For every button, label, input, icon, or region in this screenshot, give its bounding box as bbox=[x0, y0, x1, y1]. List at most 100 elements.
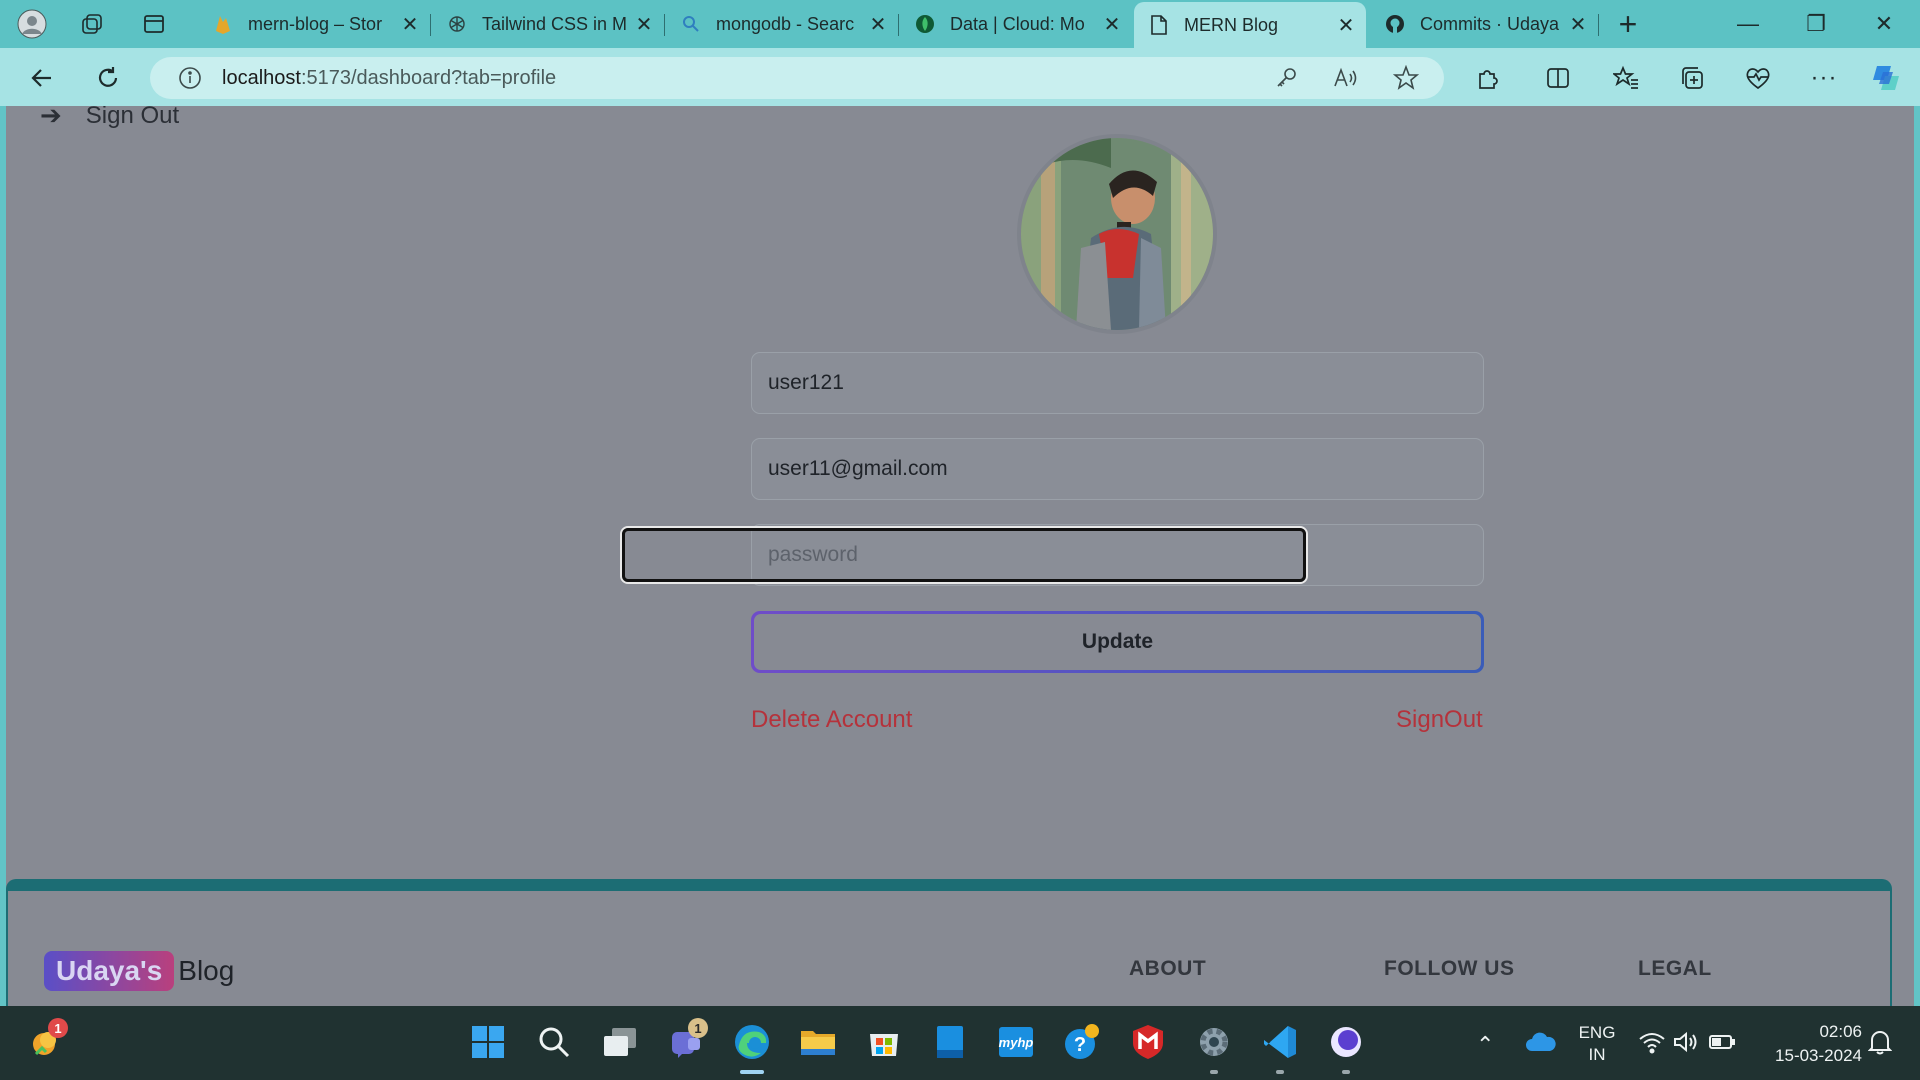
key-icon[interactable] bbox=[1272, 64, 1300, 92]
site-footer: Udaya's Blog ABOUT FOLLOW US LEGAL bbox=[6, 879, 1892, 1006]
extensions-icon[interactable] bbox=[1468, 58, 1508, 98]
restore-button[interactable]: ❐ bbox=[1782, 4, 1850, 44]
refresh-button[interactable] bbox=[88, 58, 128, 98]
profile-avatar[interactable] bbox=[1021, 138, 1213, 330]
more-options-icon[interactable]: ··· bbox=[1804, 58, 1844, 98]
favorites-icon[interactable] bbox=[1606, 58, 1646, 98]
chevron-up-icon[interactable]: ⌃ bbox=[1476, 1032, 1494, 1058]
tab-divider bbox=[664, 14, 665, 36]
close-icon[interactable]: ✕ bbox=[864, 10, 892, 38]
tab-mongodb-cloud[interactable]: Data | Cloud: Mo ✕ bbox=[900, 4, 1132, 44]
edge-browser-icon[interactable] bbox=[730, 1020, 774, 1064]
settings-gear-icon[interactable] bbox=[1192, 1020, 1236, 1064]
tab-title: mongodb - Searc bbox=[716, 13, 855, 34]
battery-icon[interactable] bbox=[1700, 1020, 1744, 1064]
tab-title: Data | Cloud: Mo bbox=[950, 13, 1085, 34]
clock-date: 15-03-2024 bbox=[1775, 1046, 1862, 1065]
minimize-button[interactable]: — bbox=[1714, 4, 1782, 44]
window-close-button[interactable]: ✕ bbox=[1850, 4, 1918, 44]
teams-icon[interactable]: 1 bbox=[664, 1018, 708, 1064]
brand-text: Blog bbox=[178, 955, 235, 986]
vertical-tabs-icon[interactable] bbox=[136, 6, 172, 42]
myhp-icon[interactable]: myhp bbox=[994, 1020, 1038, 1064]
read-aloud-icon[interactable] bbox=[1332, 64, 1360, 92]
widgets-badge: 1 bbox=[48, 1018, 68, 1038]
teams-badge: 1 bbox=[688, 1018, 708, 1038]
footer-brand-logo[interactable]: Udaya's Blog bbox=[44, 951, 234, 991]
close-icon[interactable]: ✕ bbox=[396, 10, 424, 38]
delete-account-link[interactable]: Delete Account bbox=[751, 706, 912, 734]
tab-title: Tailwind CSS in M bbox=[482, 13, 628, 34]
language-code: ENG bbox=[1578, 1023, 1616, 1042]
tab-mern-blog-active[interactable]: MERN Blog ✕ bbox=[1134, 2, 1366, 48]
widgets-icon[interactable]: 1 bbox=[24, 1018, 68, 1064]
profile-avatar-icon[interactable] bbox=[14, 6, 50, 42]
url-text[interactable]: localhost:5173/dashboard?tab=profile bbox=[222, 57, 556, 99]
new-tab-button[interactable]: + bbox=[1610, 6, 1646, 42]
address-bar[interactable]: localhost:5173/dashboard?tab=profile bbox=[150, 57, 1444, 99]
tab-title: mern-blog – Stor bbox=[248, 13, 383, 34]
chatgpt-icon bbox=[446, 13, 468, 35]
running-app-indicator bbox=[1342, 1070, 1350, 1074]
tab-mern-blog-storage[interactable]: mern-blog – Stor ✕ bbox=[198, 4, 431, 44]
app-orb-icon[interactable] bbox=[1324, 1020, 1368, 1064]
windows-taskbar: 1 1 myhp ? ⌃ ENG IN 02:06 15-03-2024 bbox=[0, 1006, 1920, 1080]
collections-icon[interactable] bbox=[1672, 58, 1712, 98]
workspaces-icon[interactable] bbox=[74, 6, 110, 42]
footer-heading-follow-us: FOLLOW US bbox=[1384, 957, 1515, 980]
tab-divider bbox=[430, 14, 431, 36]
close-icon[interactable]: ✕ bbox=[630, 10, 658, 38]
tab-github-commits[interactable]: Commits · Udaya ✕ bbox=[1370, 4, 1599, 44]
close-icon[interactable]: ✕ bbox=[1098, 10, 1126, 38]
firebase-icon bbox=[212, 13, 234, 35]
site-info-icon[interactable] bbox=[176, 64, 204, 92]
split-screen-icon[interactable] bbox=[1538, 58, 1578, 98]
browser-tab-strip: mern-blog – Stor ✕ Tailwind CSS in M ✕ m… bbox=[0, 0, 1920, 48]
search-icon bbox=[680, 13, 702, 35]
onedrive-cloud-icon[interactable] bbox=[1518, 1020, 1562, 1064]
browser-essentials-icon[interactable] bbox=[1738, 58, 1778, 98]
mcafee-icon[interactable] bbox=[1126, 1020, 1170, 1064]
vscode-icon[interactable] bbox=[1258, 1020, 1302, 1064]
update-button[interactable]: Update bbox=[751, 611, 1484, 673]
favorite-star-icon[interactable] bbox=[1392, 64, 1420, 92]
brand-chip: Udaya's bbox=[44, 951, 175, 991]
update-button-label: Update bbox=[754, 614, 1481, 670]
signout-link[interactable]: SignOut bbox=[1396, 706, 1483, 734]
arrow-right-icon: ➔ bbox=[40, 106, 62, 130]
back-button[interactable] bbox=[22, 58, 62, 98]
svg-text:myhp: myhp bbox=[999, 1035, 1034, 1050]
email-input[interactable]: user11@gmail.com bbox=[751, 438, 1484, 500]
url-host: localhost bbox=[222, 67, 301, 89]
running-app-indicator bbox=[1276, 1070, 1284, 1074]
username-input[interactable]: user121 bbox=[751, 352, 1484, 414]
microsoft-store-icon[interactable] bbox=[862, 1020, 906, 1064]
search-icon[interactable] bbox=[532, 1020, 576, 1064]
tab-title: MERN Blog bbox=[1184, 14, 1279, 35]
tab-tailwind-css[interactable]: Tailwind CSS in M ✕ bbox=[432, 4, 665, 44]
copilot-icon[interactable] bbox=[1866, 58, 1906, 98]
region-code: IN bbox=[1588, 1045, 1606, 1064]
github-icon bbox=[1384, 13, 1406, 35]
url-path: :5173/dashboard?tab=profile bbox=[300, 67, 557, 89]
language-indicator[interactable]: ENG IN bbox=[1574, 1022, 1620, 1066]
tab-mongodb-search[interactable]: mongodb - Searc ✕ bbox=[666, 4, 899, 44]
tab-divider bbox=[898, 14, 899, 36]
help-icon[interactable]: ? bbox=[1060, 1020, 1104, 1064]
close-icon[interactable]: ✕ bbox=[1564, 10, 1592, 38]
close-icon[interactable]: ✕ bbox=[1332, 11, 1360, 39]
tab-title: Commits · Udaya bbox=[1420, 13, 1560, 34]
task-view-icon[interactable] bbox=[598, 1020, 642, 1064]
focus-highlight bbox=[622, 528, 1306, 582]
notes-app-icon[interactable] bbox=[928, 1020, 972, 1064]
notification-bell-icon[interactable] bbox=[1858, 1020, 1902, 1064]
clock[interactable]: 02:06 15-03-2024 bbox=[1756, 1020, 1862, 1068]
active-app-indicator bbox=[740, 1070, 764, 1074]
running-app-indicator bbox=[1210, 1070, 1218, 1074]
start-windows-icon[interactable] bbox=[466, 1020, 510, 1064]
mongodb-leaf-icon bbox=[914, 13, 936, 35]
file-explorer-icon[interactable] bbox=[796, 1020, 840, 1064]
sidebar-item-signout[interactable]: ➔ Sign Out bbox=[40, 106, 179, 131]
tab-divider bbox=[1598, 14, 1599, 36]
browser-toolbar: localhost:5173/dashboard?tab=profile ··· bbox=[0, 48, 1920, 106]
